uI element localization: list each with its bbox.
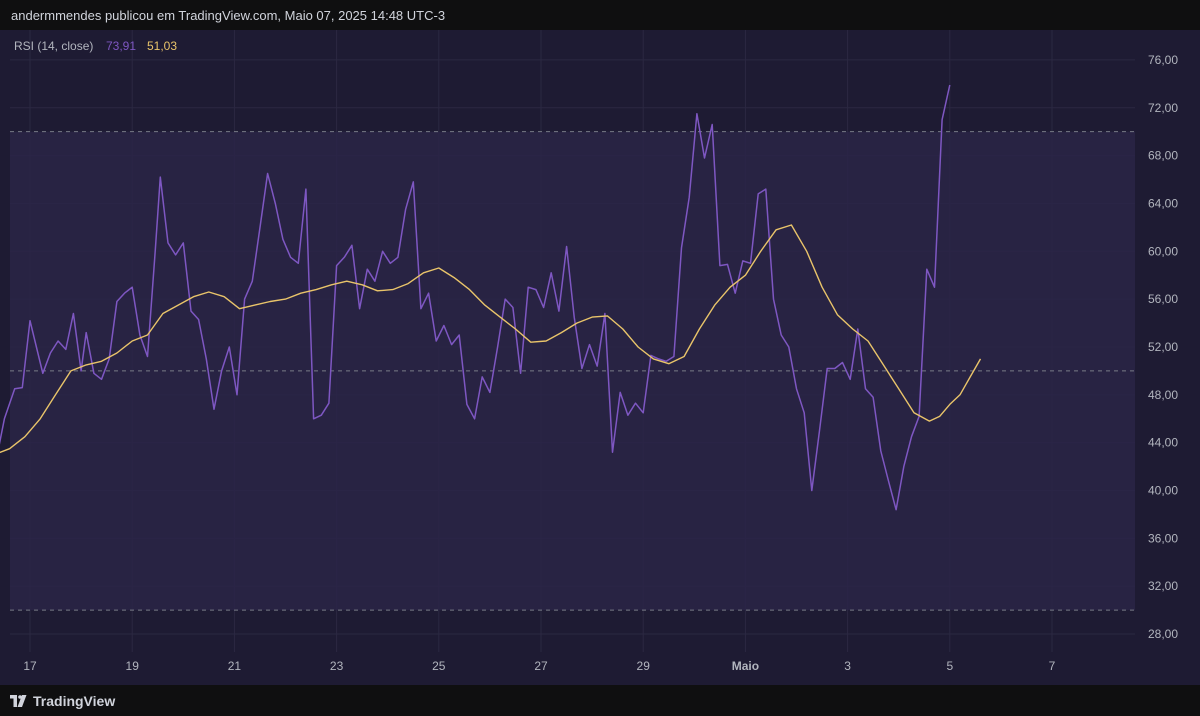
x-tick-label: 29 (637, 659, 651, 673)
y-tick-label: 56,00 (1148, 292, 1178, 306)
x-tick-label: 17 (23, 659, 37, 673)
x-tick-label: Maio (732, 659, 759, 673)
y-tick-label: 76,00 (1148, 53, 1178, 67)
publish-credit: andermmendes publicou em TradingView.com… (11, 8, 446, 23)
rsi-chart-svg[interactable]: 28,00 32,00 36,00 40,00 44,00 48,00 52,00 56,00… (0, 30, 1200, 685)
top-bar: andermmendes publicou em TradingView.com… (0, 0, 1200, 30)
brand-name: TradingView (33, 693, 116, 709)
y-tick-label: 52,00 (1148, 340, 1178, 354)
tradingview-logo-icon[interactable] (10, 695, 28, 707)
y-tick-label: 68,00 (1148, 149, 1178, 163)
y-tick-label: 28,00 (1148, 627, 1178, 641)
x-tick-label: 5 (946, 659, 953, 673)
x-tick-label: 27 (534, 659, 548, 673)
y-tick-label: 36,00 (1148, 531, 1178, 545)
x-tick-label: 23 (330, 659, 344, 673)
y-tick-label: 72,00 (1148, 101, 1178, 115)
x-tick-label: 21 (228, 659, 242, 673)
y-tick-label: 64,00 (1148, 196, 1178, 210)
x-tick-label: 25 (432, 659, 446, 673)
y-tick-label: 32,00 (1148, 579, 1178, 593)
y-tick-label: 48,00 (1148, 388, 1178, 402)
x-tick-label: 3 (844, 659, 851, 673)
x-tick-label: 19 (126, 659, 140, 673)
x-tick-label: 7 (1049, 659, 1056, 673)
rsi-chart[interactable]: 28,00 32,00 36,00 40,00 44,00 48,00 52,00 56,00… (0, 30, 1200, 685)
y-tick-label: 44,00 (1148, 436, 1178, 450)
y-tick-label: 60,00 (1148, 244, 1178, 258)
y-tick-label: 40,00 (1148, 484, 1178, 498)
legend-rsi-value: 73,91 (106, 39, 136, 53)
footer: TradingView (0, 686, 1200, 716)
legend-ma-value: 51,03 (147, 39, 177, 53)
legend-name: RSI (14, close) (14, 39, 93, 53)
